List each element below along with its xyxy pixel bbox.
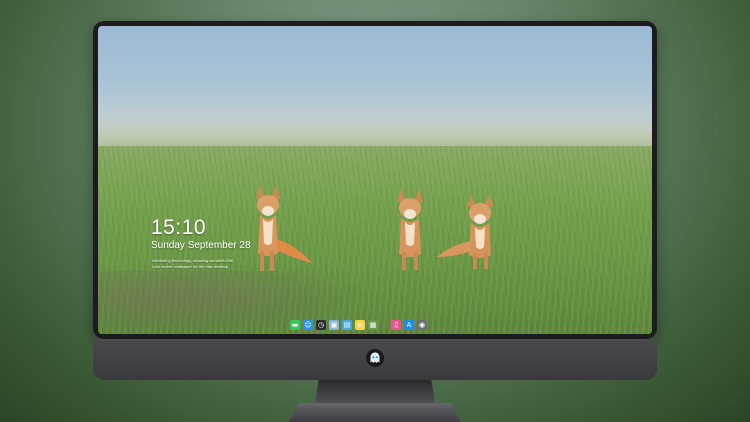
music-icon[interactable]: ♫: [391, 320, 401, 330]
stand-base: [289, 403, 461, 422]
brand-logo-icon: [366, 349, 384, 367]
preview-icon[interactable]: ▣: [329, 320, 339, 330]
finder-icon[interactable]: ☺: [303, 320, 313, 330]
photos-icon[interactable]: ▦: [368, 320, 378, 330]
notes-icon[interactable]: ≡: [355, 320, 365, 330]
lock-screen[interactable]: 15:10 Sunday September 28 Interesting te…: [98, 26, 652, 334]
fox-middle: [397, 189, 423, 270]
messages-icon[interactable]: ▬: [290, 320, 300, 330]
fox-right: [437, 194, 493, 269]
lock-clock: 15:10: [151, 216, 207, 239]
clock-icon[interactable]: ◷: [316, 320, 326, 330]
wallpaper-caption: Interesting technology, amazing wonderfu…: [152, 258, 282, 270]
camera-icon[interactable]: ◉: [417, 320, 427, 330]
movie-icon[interactable]: ▤: [342, 320, 352, 330]
lock-date: Sunday September 28: [151, 240, 251, 251]
caption-line-2: Lock screen wallpaper for the Mac deskto…: [152, 264, 229, 269]
dock: ▬ ☺ ◷ ▣ ▤ ≡ ▦ ♫ A ◉: [288, 317, 460, 333]
stand-neck: [315, 380, 435, 404]
app-store-icon[interactable]: A: [404, 320, 414, 330]
ghost-logo-icon: [370, 352, 380, 363]
